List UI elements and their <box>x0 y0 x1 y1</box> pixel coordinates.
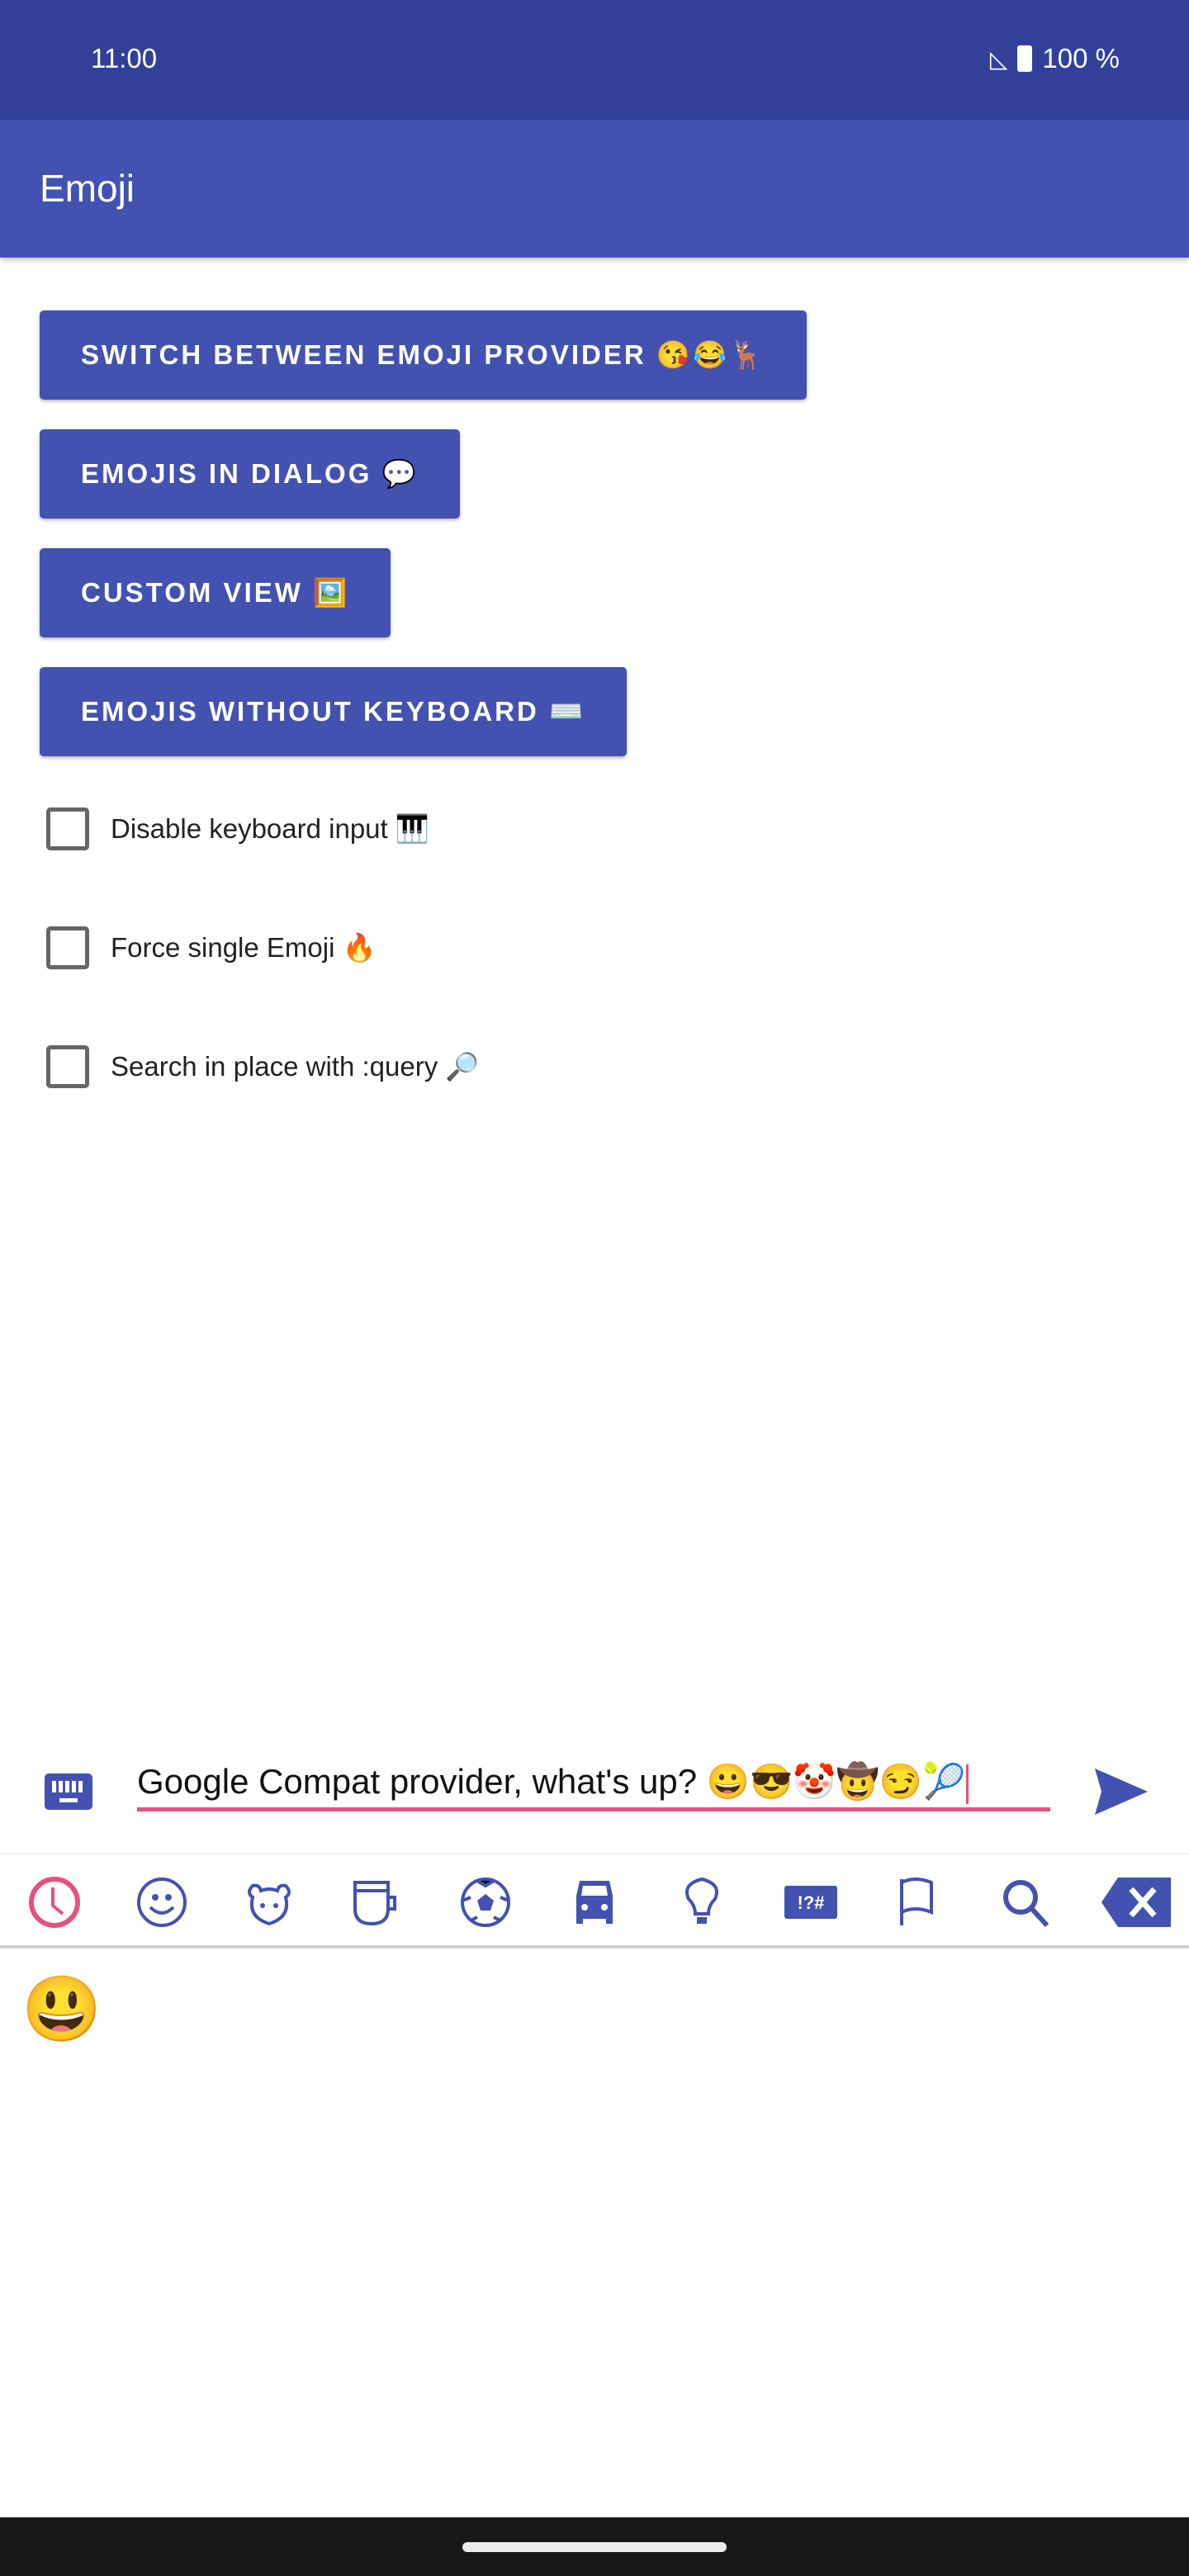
checkbox-box[interactable] <box>46 807 89 850</box>
status-time: 11:00 <box>91 43 158 73</box>
checkbox-box[interactable] <box>46 926 89 969</box>
custom-view-button[interactable]: CUSTOM VIEW 🖼️ <box>40 548 391 637</box>
animals-icon[interactable] <box>243 1876 296 1929</box>
checkbox-box[interactable] <box>46 1045 89 1088</box>
recent-emoji[interactable]: 😃 <box>21 1972 102 2048</box>
page-title: Emoji <box>40 167 135 210</box>
backspace-icon[interactable] <box>1101 1876 1171 1929</box>
emoji-input-row: Google Compat provider, what's up? 😀😎🤡🤠😏… <box>0 1750 1189 1849</box>
activities-icon[interactable] <box>459 1876 512 1929</box>
text-caret <box>965 1764 969 1804</box>
travel-icon[interactable] <box>568 1876 621 1929</box>
keyboard-toggle-icon[interactable] <box>45 1773 92 1810</box>
signal-icon: ◺ <box>989 45 1008 72</box>
checkbox-label: Search in place with :query 🔎 <box>111 1050 480 1082</box>
app-bar: Emoji <box>0 120 1189 258</box>
checkbox-label: Force single Emoji 🔥 <box>111 931 377 963</box>
battery-icon <box>1017 45 1033 72</box>
emojis-without-keyboard-button[interactable]: EMOJIS WITHOUT KEYBOARD ⌨️ <box>40 667 628 756</box>
objects-icon[interactable] <box>675 1876 728 1929</box>
home-handle[interactable] <box>462 2542 727 2552</box>
flags-icon[interactable] <box>892 1876 945 1929</box>
navigation-bar <box>0 2517 1189 2576</box>
switch-provider-button[interactable]: SWITCH BETWEEN EMOJI PROVIDER 😘😂🦌 <box>40 310 808 400</box>
recent-icon[interactable] <box>28 1876 81 1929</box>
message-input[interactable]: Google Compat provider, what's up? 😀😎🤡🤠😏… <box>137 1762 1050 1811</box>
food-icon[interactable] <box>350 1876 403 1929</box>
symbols-icon[interactable]: !?# <box>784 1876 837 1929</box>
svg-text:!?#: !?# <box>798 1892 825 1913</box>
emojis-in-dialog-button[interactable]: EMOJIS IN DIALOG 💬 <box>40 429 460 519</box>
emoji-category-bar: !?# <box>0 1853 1189 1949</box>
search-in-place-checkbox[interactable]: Search in place with :query 🔎 <box>46 1045 479 1088</box>
disable-keyboard-checkbox[interactable]: Disable keyboard input 🎹 <box>46 807 429 850</box>
force-single-emoji-checkbox[interactable]: Force single Emoji 🔥 <box>46 926 377 969</box>
status-bar: 11:00 ◺ 100 % <box>0 0 1189 120</box>
message-input-text: Google Compat provider, what's up? 😀😎🤡🤠😏… <box>137 1762 966 1801</box>
smileys-icon[interactable] <box>135 1876 188 1929</box>
checkbox-label: Disable keyboard input 🎹 <box>111 812 429 844</box>
send-icon[interactable] <box>1095 1769 1148 1815</box>
battery-level: 100 % <box>1042 43 1120 73</box>
search-icon[interactable] <box>999 1876 1052 1929</box>
